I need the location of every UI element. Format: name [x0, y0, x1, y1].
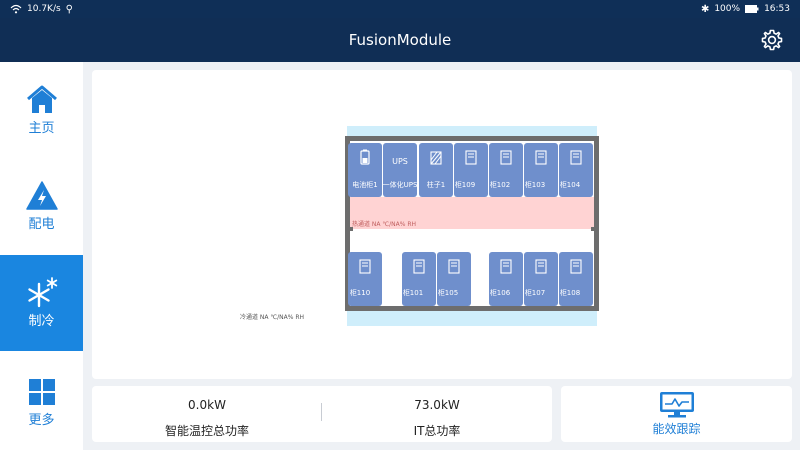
sidebar-item-cooling[interactable]: 制冷	[0, 255, 83, 351]
wifi-icon	[10, 4, 22, 14]
cabinet-107[interactable]: 柜107	[524, 252, 558, 306]
status-bar: 10.7K/s ⚲ ✱ 100% 16:53	[0, 0, 800, 18]
sidebar-item-home[interactable]: 主页	[0, 62, 83, 158]
cabinet-label: 柜104	[560, 180, 581, 189]
cabinet-ups[interactable]: UPS 一体化UPS	[383, 143, 418, 197]
snowflake-icon	[27, 277, 57, 308]
wall-mid-right	[591, 227, 599, 231]
wall-right-lower	[594, 230, 599, 310]
cabinet-109[interactable]: 柜109	[454, 143, 488, 197]
status-bar-left: 10.7K/s ⚲	[10, 4, 73, 15]
app-header: FusionModule	[0, 18, 800, 62]
it-power-stat: 73.0kW IT总功率	[322, 386, 552, 442]
wall-top	[345, 136, 597, 141]
cabinet-label: 柱子1	[427, 180, 445, 189]
cabinet-label: 柜108	[560, 288, 580, 297]
sidebar-item-label: 主页	[28, 121, 55, 136]
battery-level: 100%	[714, 4, 741, 14]
smart-temp-power-label: 智能温控总功率	[164, 424, 249, 438]
ups-icon: UPS	[392, 157, 408, 166]
sidebar-item-power[interactable]: 配电	[0, 158, 83, 254]
wall-right-upper	[594, 136, 599, 228]
gear-icon[interactable]	[760, 28, 784, 52]
sidebar-item-label: 配电	[28, 217, 55, 232]
cabinet-108[interactable]: 柜108	[559, 252, 593, 306]
cabinet-105[interactable]: 柜105	[437, 252, 471, 306]
cabinet-103[interactable]: 柜103	[524, 143, 558, 197]
it-power-value: 73.0kW	[414, 398, 460, 412]
battery-icon	[745, 5, 759, 13]
cabinet-label: 一体化UPS	[383, 180, 418, 189]
cabinet-label: 柜102	[490, 180, 510, 189]
cold-aisle-label: 冷通道 NA ℃/NA% RH	[240, 313, 304, 321]
cabinet-101[interactable]: 柜101	[402, 252, 436, 306]
clock: 16:53	[764, 4, 790, 14]
sidebar-item-label: 更多	[28, 413, 55, 428]
cabinet-label: 柜105	[438, 288, 458, 297]
cabinet-label: 柜109	[455, 180, 475, 189]
cabinet-106[interactable]: 柜106	[489, 252, 523, 306]
cabinet-label: 柜101	[403, 288, 423, 297]
it-power-label: IT总功率	[413, 424, 461, 438]
status-bar-right: ✱ 100% 16:53	[701, 4, 790, 15]
efficiency-tracking-label: 能效跟踪	[652, 422, 701, 436]
cabinet-label: 柜107	[525, 288, 545, 297]
grid-icon	[28, 379, 55, 405]
bluetooth-icon: ✱	[700, 3, 710, 15]
home-icon	[26, 85, 57, 113]
sidebar-item-more[interactable]: 更多	[0, 354, 83, 450]
app-title: FusionModule	[348, 31, 452, 49]
cabinet-110[interactable]: 柜110	[348, 252, 382, 306]
network-speed: 10.7K/s	[27, 4, 61, 14]
smart-temp-power-stat: 0.0kW 智能温控总功率	[92, 386, 322, 442]
cabinet-label: 柜110	[350, 288, 370, 297]
cold-aisle-bottom	[347, 310, 597, 326]
cabinet-104[interactable]: 柜104	[559, 143, 593, 197]
floor-plan-panel: 电池柜1 UPS 一体化UPS 柱子1 柜109 柜102 柜103 柜104 …	[92, 70, 792, 379]
wall-bottom	[345, 306, 599, 311]
cabinet-102[interactable]: 柜102	[489, 143, 523, 197]
smart-temp-power-value: 0.0kW	[188, 398, 226, 412]
cabinet-label: 柜103	[525, 180, 545, 189]
floor-plan: 电池柜1 UPS 一体化UPS 柱子1 柜109 柜102 柜103 柜104 …	[240, 126, 599, 326]
efficiency-tracking-button[interactable]: 能效跟踪	[561, 386, 792, 442]
cabinet-label: 柜106	[490, 288, 511, 297]
sidebar: 主页 配电 制冷 更多	[0, 62, 83, 450]
pillar-1[interactable]: 柱子1	[419, 143, 453, 197]
usb-icon: ⚲	[65, 3, 73, 15]
power-distribution-icon	[25, 181, 58, 210]
cabinet-label: 电池柜1	[352, 180, 377, 189]
hot-aisle-label: 热通道 NA ℃/NA% RH	[352, 220, 416, 228]
monitor-chart-icon	[659, 392, 694, 418]
sidebar-item-label: 制冷	[28, 314, 55, 329]
cabinet-battery-1[interactable]: 电池柜1	[348, 143, 382, 197]
power-stats: 0.0kW 智能温控总功率 73.0kW IT总功率	[92, 386, 552, 442]
